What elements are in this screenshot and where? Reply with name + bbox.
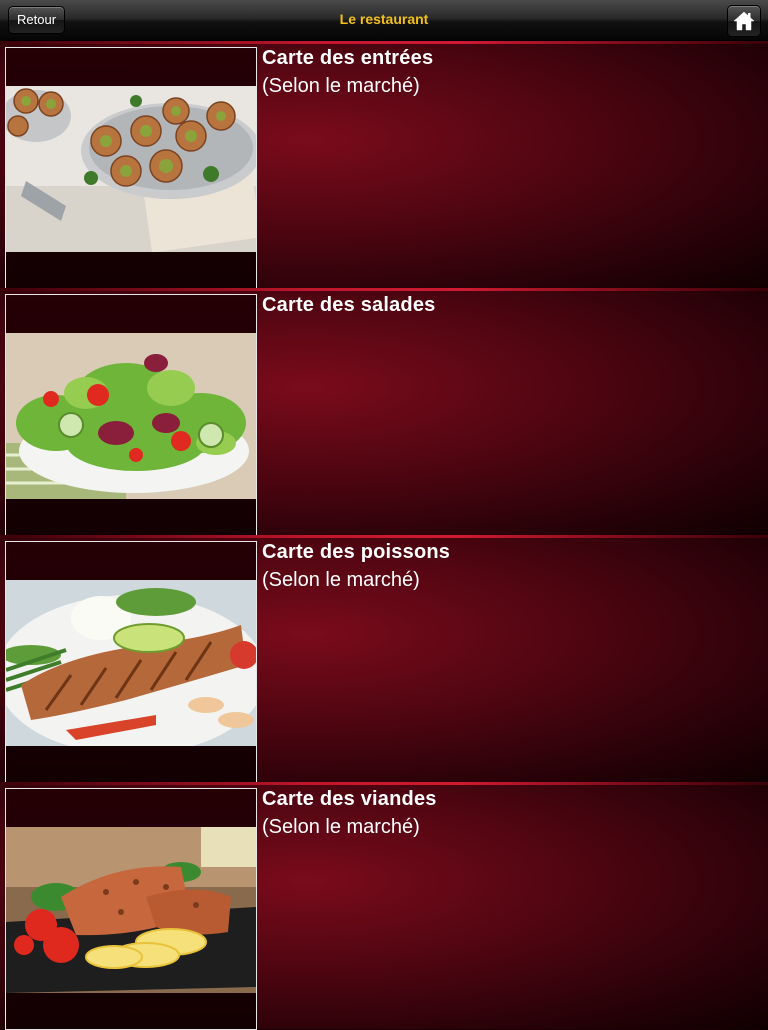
menu-item-title: Carte des poissons (262, 541, 451, 563)
home-icon (733, 11, 755, 31)
menu-item-subtitle: (Selon le marché) (262, 816, 420, 838)
salad-photo (6, 333, 256, 499)
menu-item-poissons[interactable]: Carte des poissons (Selon le marché) (0, 535, 768, 783)
menu-item-viandes[interactable]: Carte des viandes (Selon le marché) (0, 782, 768, 1030)
menu-item-subtitle: (Selon le marché) (262, 75, 420, 97)
menu-item-thumbnail (5, 294, 257, 536)
menu-item-thumbnail (5, 541, 257, 783)
grilled-salmon-photo (6, 580, 256, 746)
menu-list: Carte des entrées (Selon le marché) Cart… (0, 41, 768, 1030)
menu-item-entrees[interactable]: Carte des entrées (Selon le marché) (0, 41, 768, 289)
menu-item-thumbnail (5, 788, 257, 1030)
menu-item-thumbnail (5, 47, 257, 289)
menu-item-title: Carte des entrées (262, 47, 434, 69)
menu-item-title: Carte des salades (262, 294, 436, 316)
menu-item-salades[interactable]: Carte des salades (0, 288, 768, 536)
menu-item-subtitle: (Selon le marché) (262, 569, 420, 591)
navigation-bar: Retour Le restaurant (0, 0, 768, 41)
home-button[interactable] (727, 5, 761, 37)
menu-item-title: Carte des viandes (262, 788, 437, 810)
escargots-photo (6, 86, 256, 252)
page-title: Le restaurant (339, 11, 429, 27)
salmon-lemon-photo (6, 827, 256, 993)
